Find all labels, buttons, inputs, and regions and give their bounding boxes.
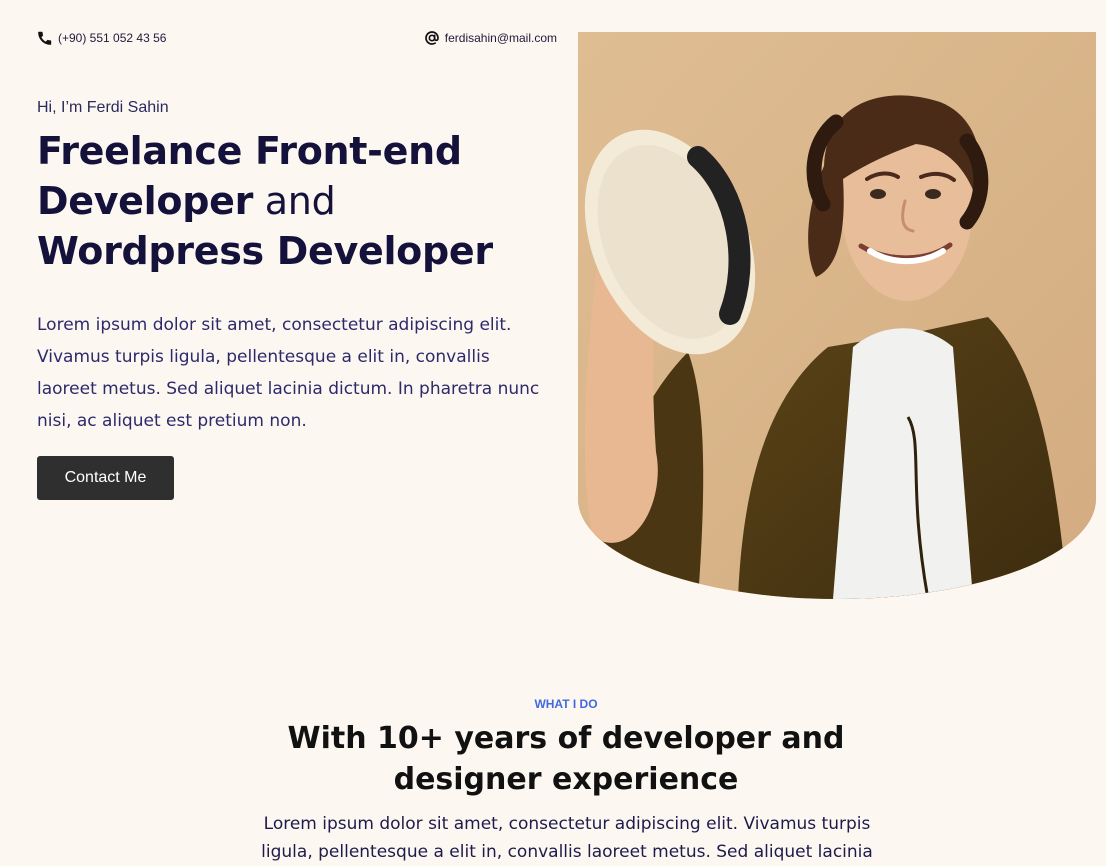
hero-headline: Freelance Front-end Developer and Wordpr…	[37, 126, 557, 276]
at-sign-icon	[424, 30, 440, 46]
section-label: WHAT I DO	[534, 697, 598, 711]
headline-line-three: Wordpress Developer	[37, 229, 493, 273]
headline-and: and	[253, 179, 336, 223]
section-description: Lorem ipsum dolor sit amet, consectetur …	[261, 814, 873, 862]
headline-developer: Developer	[37, 179, 254, 223]
phone-contact[interactable]: (+90) 551 052 43 56	[37, 30, 166, 46]
hero-greeting: Hi, I’m Ferdi Sahin	[37, 99, 169, 116]
section-title: With 10+ years of developer and designer…	[287, 721, 845, 797]
contact-me-button[interactable]: Contact Me	[37, 456, 174, 500]
email-contact[interactable]: ferdisahin@mail.com	[424, 30, 557, 46]
phone-number: (+90) 551 052 43 56	[58, 31, 167, 45]
portrait-photo	[578, 32, 1096, 599]
hero-description: Lorem ipsum dolor sit amet, consectetur …	[37, 315, 540, 431]
headline-line-one: Freelance Front-end	[37, 129, 462, 173]
email-address: ferdisahin@mail.com	[444, 31, 557, 45]
phone-icon	[37, 30, 53, 46]
contact-bar: (+90) 551 052 43 56 ferdisahin@mail.com	[37, 30, 557, 50]
